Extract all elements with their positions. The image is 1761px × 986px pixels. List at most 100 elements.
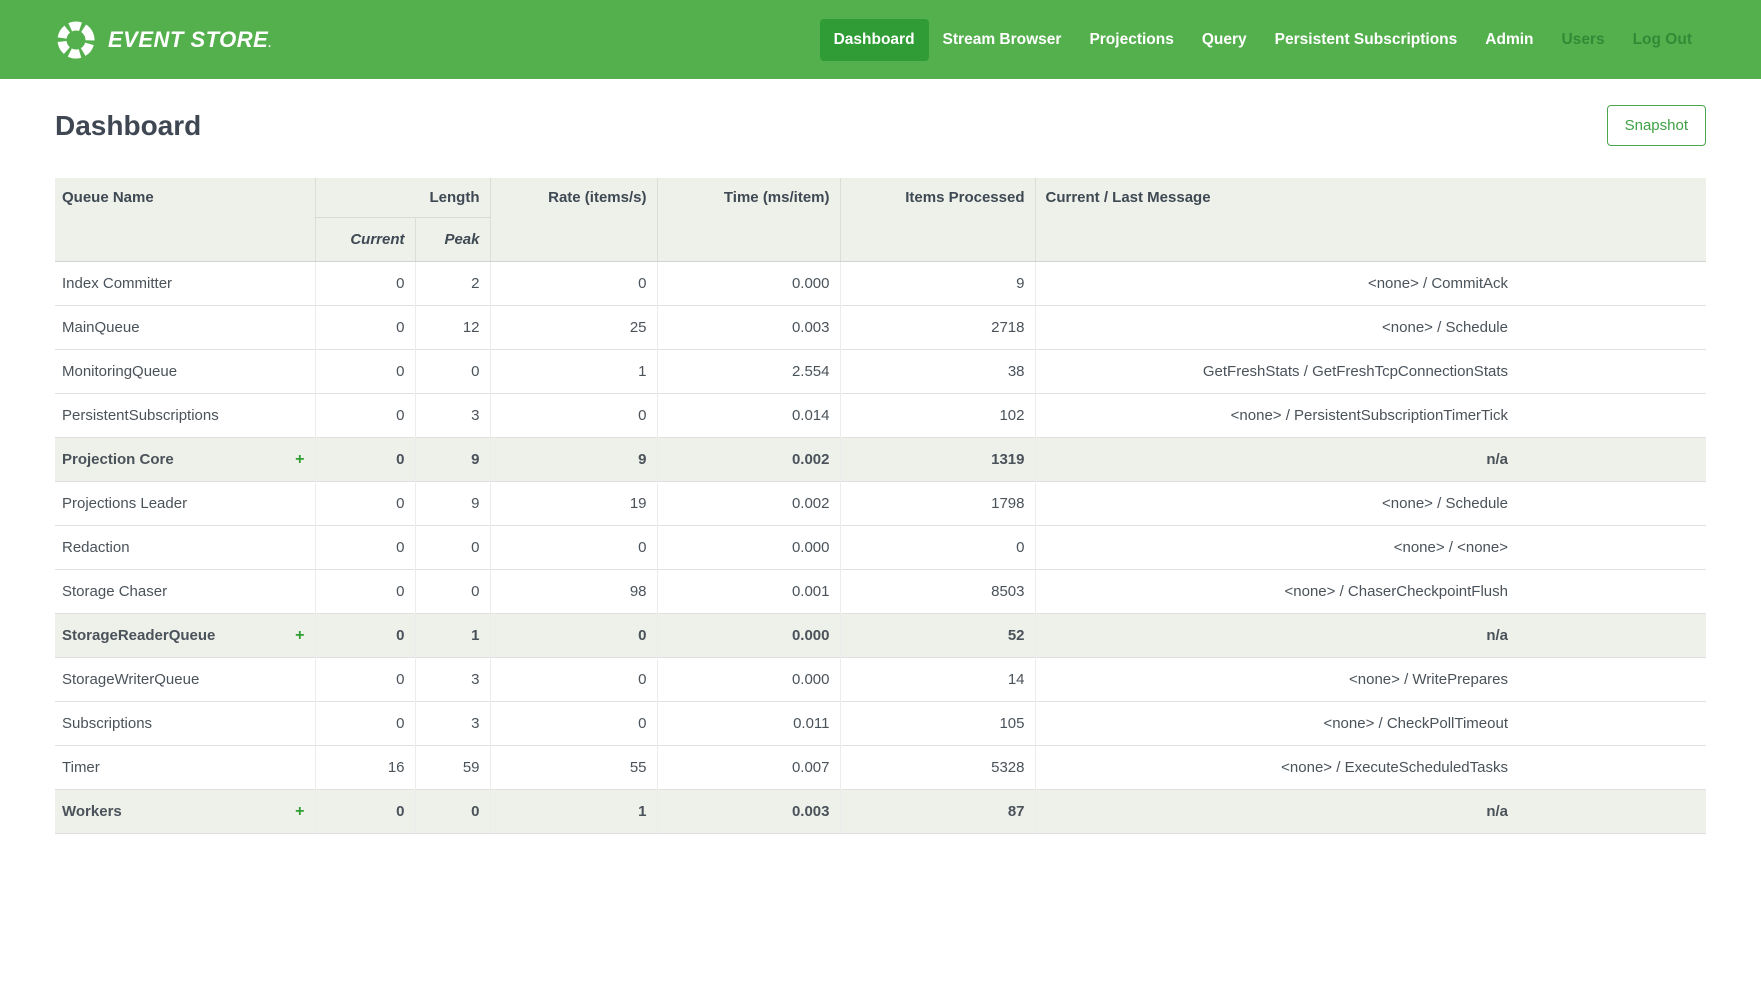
- queue-peak-cell: 59: [415, 746, 490, 790]
- queue-message-cell: <none> / Schedule: [1035, 482, 1706, 526]
- queue-items-processed-cell: 102: [840, 394, 1035, 438]
- queue-time-cell: 2.554: [657, 350, 840, 394]
- queue-current-cell: 0: [315, 394, 415, 438]
- queue-peak-cell: 0: [415, 526, 490, 570]
- queue-rate-cell: 0: [490, 658, 657, 702]
- queue-current-cell: 0: [315, 482, 415, 526]
- header-time: Time (ms/item): [657, 178, 840, 262]
- queue-current-cell: 0: [315, 438, 415, 482]
- queue-time-cell: 0.003: [657, 790, 840, 834]
- queue-items-processed-cell: 38: [840, 350, 1035, 394]
- queue-items-processed-cell: 9: [840, 262, 1035, 306]
- top-navbar: EVENT STORE. DashboardStream BrowserProj…: [0, 0, 1761, 79]
- queue-name: Storage Chaser: [62, 583, 167, 600]
- queue-rate-cell: 0: [490, 526, 657, 570]
- table-row: MainQueue012250.0032718<none> / Schedule: [55, 306, 1706, 350]
- queue-current-cell: 0: [315, 658, 415, 702]
- queues-table-header: Queue Name Length Rate (items/s) Time (m…: [55, 178, 1706, 262]
- queue-message-cell: GetFreshStats / GetFreshTcpConnectionSta…: [1035, 350, 1706, 394]
- queue-items-processed-cell: 0: [840, 526, 1035, 570]
- table-row: +StorageReaderQueue0100.00052n/a: [55, 614, 1706, 658]
- queue-time-cell: 0.011: [657, 702, 840, 746]
- queue-peak-cell: 2: [415, 262, 490, 306]
- queue-name-cell: +StorageReaderQueue: [55, 614, 315, 658]
- page-title: Dashboard: [55, 110, 201, 142]
- brand[interactable]: EVENT STORE.: [55, 19, 272, 61]
- queue-peak-cell: 0: [415, 570, 490, 614]
- queue-name-cell: Projections Leader: [55, 482, 315, 526]
- nav-item-dashboard[interactable]: Dashboard: [820, 19, 929, 61]
- queue-message-cell: n/a: [1035, 438, 1706, 482]
- table-row: Projections Leader09190.0021798<none> / …: [55, 482, 1706, 526]
- queue-name: Projections Leader: [62, 495, 187, 512]
- queue-rate-cell: 0: [490, 262, 657, 306]
- queue-rate-cell: 0: [490, 394, 657, 438]
- header-current: Current: [315, 218, 415, 262]
- nav-item-stream-browser[interactable]: Stream Browser: [929, 19, 1076, 61]
- header-peak: Peak: [415, 218, 490, 262]
- queue-rate-cell: 55: [490, 746, 657, 790]
- table-row: Storage Chaser00980.0018503<none> / Chas…: [55, 570, 1706, 614]
- nav-item-admin[interactable]: Admin: [1471, 19, 1547, 61]
- nav-item-users[interactable]: Users: [1548, 19, 1619, 61]
- table-row: MonitoringQueue0012.55438GetFreshStats /…: [55, 350, 1706, 394]
- queue-time-cell: 0.001: [657, 570, 840, 614]
- nav-item-projections[interactable]: Projections: [1075, 19, 1187, 61]
- expand-plus-icon[interactable]: +: [295, 803, 304, 820]
- queue-message-cell: <none> / CommitAck: [1035, 262, 1706, 306]
- queue-name-cell: Storage Chaser: [55, 570, 315, 614]
- queue-name: MonitoringQueue: [62, 363, 177, 380]
- queue-name: Workers: [62, 803, 122, 820]
- queue-current-cell: 0: [315, 350, 415, 394]
- expand-plus-icon[interactable]: +: [295, 451, 304, 468]
- table-row: StorageWriterQueue0300.00014<none> / Wri…: [55, 658, 1706, 702]
- header-message: Current / Last Message: [1035, 178, 1706, 262]
- queue-message-cell: <none> / <none>: [1035, 526, 1706, 570]
- table-row: Index Committer0200.0009<none> / CommitA…: [55, 262, 1706, 306]
- queue-name-cell: + Projection Core: [55, 438, 315, 482]
- brand-trademark: .: [268, 38, 272, 50]
- queue-time-cell: 0.000: [657, 614, 840, 658]
- queue-items-processed-cell: 105: [840, 702, 1035, 746]
- expand-plus-icon[interactable]: +: [295, 627, 304, 644]
- nav-item-query[interactable]: Query: [1188, 19, 1261, 61]
- queue-rate-cell: 9: [490, 438, 657, 482]
- queue-peak-cell: 3: [415, 394, 490, 438]
- nav-item-persistent-subscriptions[interactable]: Persistent Subscriptions: [1261, 19, 1472, 61]
- header-queue-name: Queue Name: [55, 178, 315, 262]
- queues-table: Queue Name Length Rate (items/s) Time (m…: [55, 178, 1706, 834]
- queue-time-cell: 0.014: [657, 394, 840, 438]
- snapshot-button[interactable]: Snapshot: [1607, 105, 1706, 146]
- queue-rate-cell: 0: [490, 614, 657, 658]
- queue-name: PersistentSubscriptions: [62, 407, 219, 424]
- main-nav: DashboardStream BrowserProjectionsQueryP…: [820, 19, 1706, 61]
- queue-rate-cell: 1: [490, 350, 657, 394]
- queue-items-processed-cell: 14: [840, 658, 1035, 702]
- queue-peak-cell: 3: [415, 702, 490, 746]
- queue-rate-cell: 0: [490, 702, 657, 746]
- queue-current-cell: 16: [315, 746, 415, 790]
- queue-peak-cell: 3: [415, 658, 490, 702]
- table-row: +Projection Core0990.0021319n/a: [55, 438, 1706, 482]
- table-row: +Workers0010.00387n/a: [55, 790, 1706, 834]
- table-row: PersistentSubscriptions0300.014102<none>…: [55, 394, 1706, 438]
- queue-time-cell: 0.007: [657, 746, 840, 790]
- header-items-processed: Items Processed: [840, 178, 1035, 262]
- queue-items-processed-cell: 1798: [840, 482, 1035, 526]
- queue-name-cell: MainQueue: [55, 306, 315, 350]
- queue-time-cell: 0.000: [657, 526, 840, 570]
- queue-time-cell: 0.000: [657, 262, 840, 306]
- nav-item-log-out[interactable]: Log Out: [1619, 19, 1706, 61]
- queue-time-cell: 0.002: [657, 482, 840, 526]
- queue-items-processed-cell: 52: [840, 614, 1035, 658]
- page-header: Dashboard Snapshot: [0, 79, 1761, 146]
- queue-message-cell: <none> / ExecuteScheduledTasks: [1035, 746, 1706, 790]
- queue-name: Projection Core: [62, 451, 174, 468]
- queue-time-cell: 0.003: [657, 306, 840, 350]
- queue-name: Timer: [62, 759, 100, 776]
- queue-message-cell: <none> / WritePrepares: [1035, 658, 1706, 702]
- queue-current-cell: 0: [315, 526, 415, 570]
- queue-name: Redaction: [62, 539, 130, 556]
- queue-name-cell: Timer: [55, 746, 315, 790]
- queue-name: Index Committer: [62, 275, 172, 292]
